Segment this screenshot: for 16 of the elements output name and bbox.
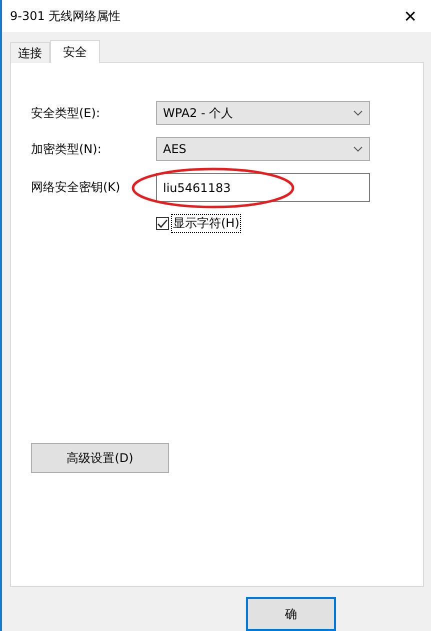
chevron-icon bbox=[353, 146, 363, 152]
field-label: 安全类型(E): bbox=[31, 104, 101, 122]
input-field[interactable]: liu5461183 bbox=[156, 173, 370, 202]
dropdown[interactable]: AES bbox=[156, 137, 370, 161]
checkbox-label: 显示字符(H) bbox=[171, 214, 242, 233]
dropdown[interactable]: WPA2 - 个人 bbox=[156, 101, 370, 125]
checkbox[interactable] bbox=[156, 217, 169, 230]
tab[interactable]: 连接 bbox=[10, 42, 50, 63]
close-button[interactable]: ✕ bbox=[398, 6, 423, 26]
field-label: 加密类型(N): bbox=[31, 140, 102, 158]
tab[interactable]: 安全 bbox=[50, 40, 100, 63]
chevron-icon bbox=[353, 110, 363, 116]
window-title: 9-301 无线网络属性 bbox=[10, 8, 121, 24]
field-label: 网络安全密钥(K) bbox=[31, 179, 122, 196]
advanced-settings-button[interactable]: 高级设置(D) bbox=[31, 443, 169, 473]
ok-button[interactable]: 确 bbox=[246, 597, 336, 631]
